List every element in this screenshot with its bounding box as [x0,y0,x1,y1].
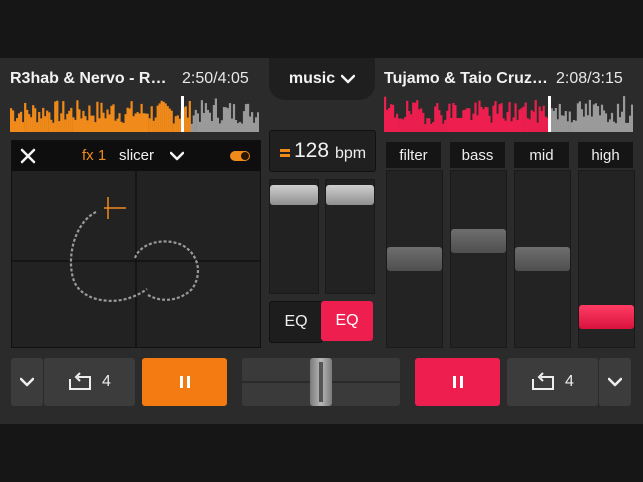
bpm-unit: bpm [335,145,367,162]
right-track-time: 2:08/3:15 [556,70,623,88]
eq-label-high: high [578,142,633,168]
eq-thumb-mid[interactable] [515,247,570,271]
fx-toggle[interactable] [230,151,250,161]
chevron-down-icon [608,377,622,387]
left-duration: 4:05 [217,70,249,87]
left-playhead[interactable] [181,96,184,132]
left-play-pause-button[interactable] [142,358,227,406]
eq-thumb-high[interactable] [579,305,634,329]
loop-icon [532,372,554,390]
left-track-title[interactable]: R3hab & Nervo - R… [10,70,166,88]
right-eq-button[interactable]: EQ [321,301,373,341]
left-deck-menu-button[interactable] [11,358,43,406]
eq-fader-bass[interactable] [450,170,507,348]
right-play-pause-button[interactable] [415,358,500,406]
fx-pad-graphic [12,171,260,347]
fx-panel: fx 1 slicer [11,140,261,348]
loop-icon [69,372,91,390]
eq-label-bass: bass [450,142,505,168]
eq-label-filter: filter [386,142,441,168]
bpm-value: 128 [294,139,330,162]
left-track-time: 2:50/4:05 [182,70,249,88]
dj-app: R3hab & Nervo - R… 2:50/4:05 music Tujam… [0,58,643,424]
music-tab-label: music [288,70,336,87]
eq-thumb-filter[interactable] [387,247,442,271]
music-library-tab[interactable]: music [269,58,375,100]
bpm-marker [280,149,290,152]
left-elapsed: 2:50 [182,70,214,87]
chevron-down-icon [341,74,356,84]
bpm-display[interactable]: 128 bpm [269,130,376,172]
crossfader-grip [319,362,323,402]
crossfader-thumb[interactable] [310,358,332,406]
eq-label-mid: mid [514,142,569,168]
chevron-down-icon[interactable] [170,151,184,161]
right-duration: 3:15 [591,70,623,87]
left-pitch-fader[interactable] [269,179,319,294]
left-loop-button[interactable]: 4 [44,358,135,406]
right-loop-count: 4 [565,373,574,390]
right-loop-button[interactable]: 4 [507,358,598,406]
left-loop-count: 4 [102,373,111,390]
fx-header: fx 1 slicer [12,141,260,171]
eq-fader-mid[interactable] [514,170,571,348]
right-deck-menu-button[interactable] [599,358,631,406]
close-icon[interactable] [20,148,36,164]
eq-fader-filter[interactable] [386,170,443,348]
eq-thumb-bass[interactable] [451,229,506,253]
left-pitch-thumb[interactable] [270,185,318,205]
fx-slot-label[interactable]: fx 1 [82,147,106,164]
pause-icon [452,376,463,388]
fx-effect-label[interactable]: slicer [119,147,154,164]
right-pitch-fader[interactable] [325,179,375,294]
right-waveform[interactable] [384,96,633,132]
bpm-marker [280,154,290,157]
right-elapsed: 2:08 [556,70,588,87]
left-waveform[interactable] [10,96,259,132]
crossfader[interactable] [242,358,400,406]
eq-fader-high[interactable] [578,170,635,348]
left-eq-button[interactable]: EQ [269,301,323,343]
right-track-title[interactable]: Tujamo & Taio Cruz… [384,70,548,88]
right-pitch-thumb[interactable] [326,185,374,205]
fx-xy-pad[interactable] [12,171,260,347]
right-playhead[interactable] [548,96,551,132]
fx-toggle-knob [241,152,249,160]
pause-icon [179,376,190,388]
chevron-down-icon [20,377,34,387]
